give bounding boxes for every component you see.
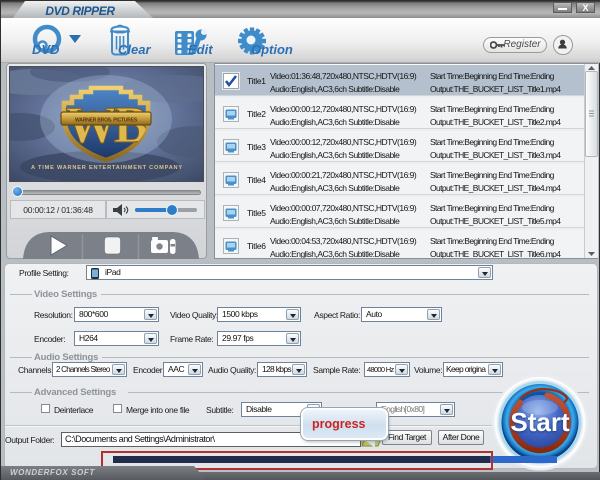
svg-text:WARNER BROS. PICTURES: WARNER BROS. PICTURES <box>75 118 138 124</box>
svg-text:Start: Start <box>510 407 570 437</box>
svg-text:A TIME WARNER ENTERTAINMENT CO: A TIME WARNER ENTERTAINMENT COMPANY <box>31 165 183 171</box>
